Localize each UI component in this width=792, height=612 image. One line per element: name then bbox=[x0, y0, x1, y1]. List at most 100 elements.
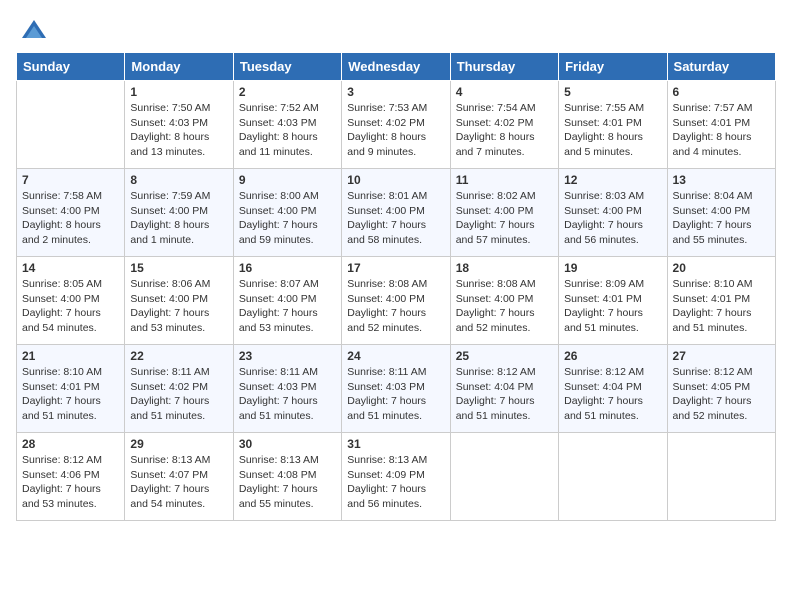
day-number: 3 bbox=[347, 85, 444, 99]
day-number: 28 bbox=[22, 437, 119, 451]
day-number: 6 bbox=[673, 85, 770, 99]
calendar-cell bbox=[559, 433, 667, 521]
day-info: Sunrise: 8:01 AMSunset: 4:00 PMDaylight:… bbox=[347, 189, 444, 248]
logo-icon bbox=[20, 16, 48, 44]
day-number: 14 bbox=[22, 261, 119, 275]
calendar-cell: 20Sunrise: 8:10 AMSunset: 4:01 PMDayligh… bbox=[667, 257, 775, 345]
day-info: Sunrise: 8:09 AMSunset: 4:01 PMDaylight:… bbox=[564, 277, 661, 336]
day-number: 29 bbox=[130, 437, 227, 451]
calendar-cell: 14 Sunrise: 8:05 AMSunset: 4:00 PMDayligh… bbox=[17, 257, 125, 345]
calendar-cell: 29 Sunrise: 8:13 AMSunset: 4:07 PMDayligh… bbox=[125, 433, 233, 521]
calendar-cell: 4Sunrise: 7:54 AMSunset: 4:02 PMDaylight… bbox=[450, 81, 558, 169]
calendar-cell: 27 Sunrise: 8:12 AMSunset: 4:05 PMDayligh… bbox=[667, 345, 775, 433]
day-number: 15 bbox=[130, 261, 227, 275]
day-info: Sunrise: 8:11 AMSunset: 4:03 PMDaylight:… bbox=[347, 365, 444, 424]
calendar-header-sunday: Sunday bbox=[17, 53, 125, 81]
calendar-cell bbox=[450, 433, 558, 521]
day-info: Sunrise: 8:13 AMSunset: 4:07 PMDaylight:… bbox=[130, 453, 227, 512]
day-number: 19 bbox=[564, 261, 661, 275]
calendar-cell: 10 Sunrise: 8:01 AMSunset: 4:00 PMDayligh… bbox=[342, 169, 450, 257]
calendar-cell: 1Sunrise: 7:50 AMSunset: 4:03 PMDaylight… bbox=[125, 81, 233, 169]
day-number: 12 bbox=[564, 173, 661, 187]
day-info: Sunrise: 7:55 AMSunset: 4:01 PMDaylight:… bbox=[564, 101, 661, 160]
calendar-week-row: 1Sunrise: 7:50 AMSunset: 4:03 PMDaylight… bbox=[17, 81, 776, 169]
calendar-week-row: 21 Sunrise: 8:10 AMSunset: 4:01 PMDayligh… bbox=[17, 345, 776, 433]
day-number: 7 bbox=[22, 173, 119, 187]
calendar-cell: 21 Sunrise: 8:10 AMSunset: 4:01 PMDayligh… bbox=[17, 345, 125, 433]
day-info: Sunrise: 8:07 AMSunset: 4:00 PMDaylight:… bbox=[239, 277, 336, 336]
day-number: 24 bbox=[347, 349, 444, 363]
day-number: 31 bbox=[347, 437, 444, 451]
day-info: Sunrise: 8:11 AMSunset: 4:02 PMDaylight:… bbox=[130, 365, 227, 424]
day-info: Sunrise: 7:57 AMSunset: 4:01 PMDaylight:… bbox=[673, 101, 770, 160]
day-info: Sunrise: 7:54 AMSunset: 4:02 PMDaylight:… bbox=[456, 101, 553, 160]
calendar-cell: 17 Sunrise: 8:08 AMSunset: 4:00 PMDayligh… bbox=[342, 257, 450, 345]
day-info: Sunrise: 8:10 AMSunset: 4:01 PMDaylight:… bbox=[22, 365, 119, 424]
calendar-cell: 15 Sunrise: 8:06 AMSunset: 4:00 PMDayligh… bbox=[125, 257, 233, 345]
day-info: Sunrise: 8:05 AMSunset: 4:00 PMDaylight:… bbox=[22, 277, 119, 336]
calendar-cell: 11Sunrise: 8:02 AMSunset: 4:00 PMDayligh… bbox=[450, 169, 558, 257]
calendar-cell: 26 Sunrise: 8:12 AMSunset: 4:04 PMDayligh… bbox=[559, 345, 667, 433]
day-info: Sunrise: 8:12 AMSunset: 4:06 PMDaylight:… bbox=[22, 453, 119, 512]
calendar-header-friday: Friday bbox=[559, 53, 667, 81]
day-info: Sunrise: 7:59 AMSunset: 4:00 PMDaylight:… bbox=[130, 189, 227, 248]
calendar-week-row: 7 Sunrise: 7:58 AMSunset: 4:00 PMDaylight… bbox=[17, 169, 776, 257]
calendar-cell: 7 Sunrise: 7:58 AMSunset: 4:00 PMDaylight… bbox=[17, 169, 125, 257]
calendar-cell: 6 Sunrise: 7:57 AMSunset: 4:01 PMDaylight… bbox=[667, 81, 775, 169]
day-info: Sunrise: 8:13 AMSunset: 4:08 PMDaylight:… bbox=[239, 453, 336, 512]
calendar-cell: 13Sunrise: 8:04 AMSunset: 4:00 PMDayligh… bbox=[667, 169, 775, 257]
day-info: Sunrise: 8:08 AMSunset: 4:00 PMDaylight:… bbox=[456, 277, 553, 336]
calendar-cell: 28 Sunrise: 8:12 AMSunset: 4:06 PMDayligh… bbox=[17, 433, 125, 521]
day-info: Sunrise: 8:03 AMSunset: 4:00 PMDaylight:… bbox=[564, 189, 661, 248]
day-number: 23 bbox=[239, 349, 336, 363]
day-info: Sunrise: 8:12 AMSunset: 4:05 PMDaylight:… bbox=[673, 365, 770, 424]
calendar-cell bbox=[667, 433, 775, 521]
day-number: 8 bbox=[130, 173, 227, 187]
calendar-cell: 5Sunrise: 7:55 AMSunset: 4:01 PMDaylight… bbox=[559, 81, 667, 169]
calendar-cell: 16Sunrise: 8:07 AMSunset: 4:00 PMDayligh… bbox=[233, 257, 341, 345]
calendar-cell: 22Sunrise: 8:11 AMSunset: 4:02 PMDayligh… bbox=[125, 345, 233, 433]
calendar-header-row: SundayMondayTuesdayWednesdayThursdayFrid… bbox=[17, 53, 776, 81]
calendar-cell: 8 Sunrise: 7:59 AMSunset: 4:00 PMDaylight… bbox=[125, 169, 233, 257]
day-info: Sunrise: 8:12 AMSunset: 4:04 PMDaylight:… bbox=[456, 365, 553, 424]
day-info: Sunrise: 8:08 AMSunset: 4:00 PMDaylight:… bbox=[347, 277, 444, 336]
day-number: 10 bbox=[347, 173, 444, 187]
calendar-header-monday: Monday bbox=[125, 53, 233, 81]
calendar-header-wednesday: Wednesday bbox=[342, 53, 450, 81]
logo bbox=[16, 16, 48, 44]
calendar-cell: 12 Sunrise: 8:03 AMSunset: 4:00 PMDayligh… bbox=[559, 169, 667, 257]
day-number: 21 bbox=[22, 349, 119, 363]
calendar-cell: 30 Sunrise: 8:13 AMSunset: 4:08 PMDayligh… bbox=[233, 433, 341, 521]
day-info: Sunrise: 8:02 AMSunset: 4:00 PMDaylight:… bbox=[456, 189, 553, 248]
day-info: Sunrise: 8:04 AMSunset: 4:00 PMDaylight:… bbox=[673, 189, 770, 248]
calendar-cell: 18 Sunrise: 8:08 AMSunset: 4:00 PMDayligh… bbox=[450, 257, 558, 345]
day-info: Sunrise: 7:52 AMSunset: 4:03 PMDaylight:… bbox=[239, 101, 336, 160]
day-number: 2 bbox=[239, 85, 336, 99]
day-number: 17 bbox=[347, 261, 444, 275]
calendar-header-thursday: Thursday bbox=[450, 53, 558, 81]
day-number: 30 bbox=[239, 437, 336, 451]
calendar-table: SundayMondayTuesdayWednesdayThursdayFrid… bbox=[16, 52, 776, 521]
calendar-cell: 3 Sunrise: 7:53 AMSunset: 4:02 PMDaylight… bbox=[342, 81, 450, 169]
calendar-header-tuesday: Tuesday bbox=[233, 53, 341, 81]
calendar-cell: 25 Sunrise: 8:12 AMSunset: 4:04 PMDayligh… bbox=[450, 345, 558, 433]
day-info: Sunrise: 7:58 AMSunset: 4:00 PMDaylight:… bbox=[22, 189, 119, 248]
calendar-cell: 24 Sunrise: 8:11 AMSunset: 4:03 PMDayligh… bbox=[342, 345, 450, 433]
day-number: 25 bbox=[456, 349, 553, 363]
day-info: Sunrise: 7:53 AMSunset: 4:02 PMDaylight:… bbox=[347, 101, 444, 160]
calendar-cell: 19 Sunrise: 8:09 AMSunset: 4:01 PMDayligh… bbox=[559, 257, 667, 345]
day-info: Sunrise: 8:13 AMSunset: 4:09 PMDaylight:… bbox=[347, 453, 444, 512]
day-number: 26 bbox=[564, 349, 661, 363]
calendar-cell: 31 Sunrise: 8:13 AMSunset: 4:09 PMDayligh… bbox=[342, 433, 450, 521]
day-info: Sunrise: 8:06 AMSunset: 4:00 PMDaylight:… bbox=[130, 277, 227, 336]
day-info: Sunrise: 8:12 AMSunset: 4:04 PMDaylight:… bbox=[564, 365, 661, 424]
calendar-week-row: 28 Sunrise: 8:12 AMSunset: 4:06 PMDayligh… bbox=[17, 433, 776, 521]
day-info: Sunrise: 8:10 AMSunset: 4:01 PMDaylight:… bbox=[673, 277, 770, 336]
day-number: 27 bbox=[673, 349, 770, 363]
day-info: Sunrise: 7:50 AMSunset: 4:03 PMDaylight:… bbox=[130, 101, 227, 160]
day-number: 9 bbox=[239, 173, 336, 187]
calendar-cell: 2 Sunrise: 7:52 AMSunset: 4:03 PMDaylight… bbox=[233, 81, 341, 169]
day-number: 18 bbox=[456, 261, 553, 275]
calendar-week-row: 14 Sunrise: 8:05 AMSunset: 4:00 PMDayligh… bbox=[17, 257, 776, 345]
day-info: Sunrise: 8:00 AMSunset: 4:00 PMDaylight:… bbox=[239, 189, 336, 248]
